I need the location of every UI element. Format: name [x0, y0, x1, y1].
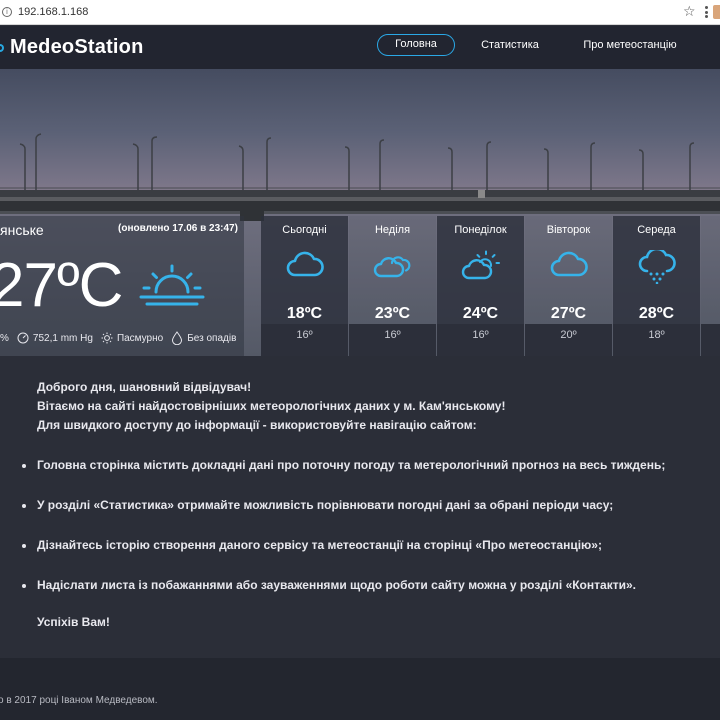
- site-footer: о в 2017 році Іваном Медведевом.: [0, 658, 720, 720]
- hero-banner: янське (оновлено 17.06 в 23:47) 27ºC % 7…: [0, 69, 720, 356]
- pressure-item: 752,1 mm Hg: [17, 332, 93, 344]
- forecast-day-name: Сьогодні: [282, 224, 327, 236]
- forecast-low: 16º: [472, 329, 489, 341]
- condition-item: Пасмурно: [101, 332, 163, 344]
- current-details-row: % 752,1 mm Hg Пасмурно Без опадів: [0, 330, 244, 346]
- current-temperature: 27ºC: [0, 251, 123, 320]
- intro-line: Вітаємо на сайті найдостовірніших метеор…: [37, 399, 506, 413]
- list-item: Надіслати листа із побажаннями або заува…: [22, 576, 665, 616]
- pressure-gauge-icon: [17, 332, 29, 344]
- nav-about[interactable]: Про метеостанцію: [578, 34, 682, 56]
- forecast-day-name: Вівторок: [546, 224, 591, 236]
- intro-line: Для швидкого доступу до інформації - вик…: [37, 418, 477, 432]
- info-icon[interactable]: i: [2, 7, 12, 17]
- sunrise-icon: [138, 262, 206, 315]
- current-weather-panel: янське (оновлено 17.06 в 23:47) 27ºC % 7…: [0, 216, 244, 356]
- drop-icon: [172, 331, 183, 345]
- list-item: У розділі «Статистика» отримайте можливі…: [22, 496, 665, 536]
- pressure-value: 752,1 mm Hg: [32, 332, 93, 344]
- forecast-day-2[interactable]: Понеділок 24ºC 16º: [437, 216, 524, 356]
- forecast-day-name: Середа: [637, 224, 676, 236]
- forecast-low: 16º: [384, 329, 401, 341]
- forecast-high: 27ºC: [550, 305, 587, 322]
- forecast-low: 18º: [648, 329, 665, 341]
- extension-icon[interactable]: [713, 5, 720, 19]
- forecast-high: 24ºC: [462, 305, 499, 322]
- welcome-content: Доброго дня, шановний відвідувач! Вітаєм…: [0, 356, 720, 658]
- forecast-day-4[interactable]: Середа 28ºC 18º: [613, 216, 700, 356]
- browser-menu-icon[interactable]: [705, 6, 709, 18]
- forecast-low: 16º: [296, 329, 313, 341]
- clouds-icon: [373, 250, 413, 285]
- list-item: Дізнайтесь історію створення даного серв…: [22, 536, 665, 576]
- precipitation-item: Без опадів: [171, 331, 236, 345]
- bookmark-star-icon[interactable]: ☆: [683, 4, 696, 20]
- url-text[interactable]: 192.168.1.168: [18, 6, 88, 18]
- condition-value: Пасмурно: [116, 332, 164, 344]
- cloud-icon: [285, 250, 325, 285]
- intro-text: Доброго дня, шановний відвідувач! Вітаєм…: [37, 378, 505, 435]
- nav-home[interactable]: Головна: [377, 34, 455, 56]
- sun-outline-icon: [101, 332, 113, 344]
- nav-statistics[interactable]: Статистика: [474, 34, 546, 56]
- forecast-temp-strip: [701, 324, 720, 356]
- footer-copyright: о в 2017 році Іваном Медведевом.: [0, 695, 158, 706]
- site-header: MedeoStation Головна Статистика Про мете…: [0, 26, 720, 69]
- forecast-day-0[interactable]: Сьогодні 18ºC 16º: [261, 216, 348, 356]
- site-logo[interactable]: MedeoStation: [10, 36, 144, 59]
- logo-icon[interactable]: [0, 44, 4, 52]
- farewell-text: Успіхів Вам!: [37, 615, 110, 629]
- list-item: Головна сторінка містить докладні дані п…: [22, 456, 665, 496]
- forecast-day-name: Понеділок: [454, 224, 507, 236]
- intro-line: Доброго дня, шановний відвідувач!: [37, 380, 252, 394]
- forecast-day-name: Неділя: [374, 224, 411, 236]
- rain-icon: [637, 247, 677, 289]
- humidity-value: %: [0, 332, 9, 344]
- feature-list: Головна сторінка містить докладні дані п…: [22, 456, 665, 616]
- partly-sunny-icon: [461, 250, 501, 287]
- forecast-high: 18ºC: [286, 305, 323, 322]
- forecast-day-partial: [701, 216, 720, 356]
- forecast-day-1[interactable]: Неділя 23ºC 16º: [349, 216, 436, 356]
- forecast-low: 20º: [560, 329, 577, 341]
- forecast-day-3[interactable]: Вівторок 27ºC 20º: [525, 216, 612, 356]
- browser-address-bar[interactable]: i 192.168.1.168 ☆: [0, 0, 720, 25]
- forecast-high: 28ºC: [638, 305, 675, 322]
- cloud-icon: [549, 250, 589, 285]
- updated-time: (оновлено 17.06 в 23:47): [118, 223, 238, 234]
- city-name: янське: [0, 222, 44, 238]
- forecast-high: 23ºC: [374, 305, 411, 322]
- precipitation-value: Без опадів: [187, 332, 237, 344]
